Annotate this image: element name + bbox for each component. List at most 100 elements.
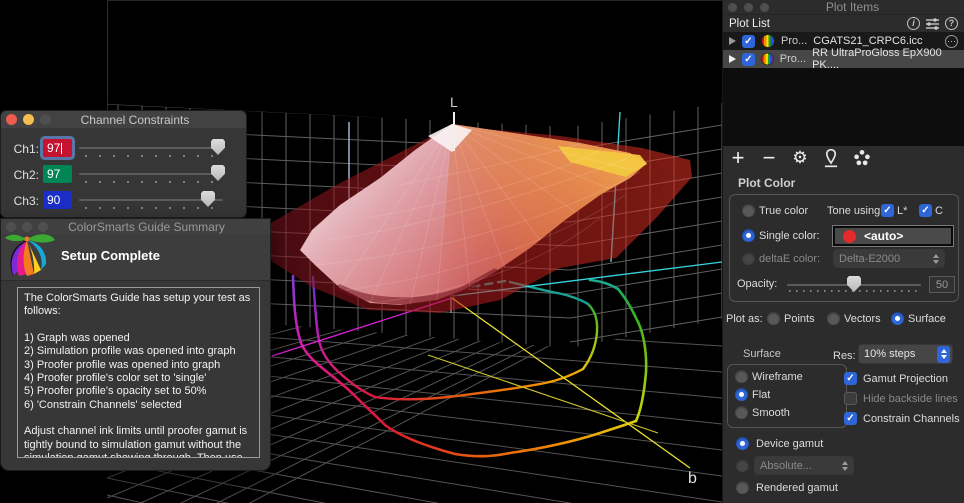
profile-name: RR UltraProGloss EpX900 PK.... — [812, 47, 958, 71]
zoom-icon — [760, 3, 769, 12]
rendered-gamut-radio[interactable] — [736, 481, 749, 494]
plot-as-surface-radio[interactable] — [891, 312, 904, 325]
guide-footer: Adjust channel ink limits until proofer … — [24, 425, 253, 458]
b-axis-label: b — [688, 470, 697, 487]
gear-icon[interactable]: ⚙ — [791, 148, 809, 168]
profile-name: CGATS21_CRPC6.icc — [813, 35, 922, 47]
colorsmarts-window: ColorSmarts Guide Summary Setup Complete — [0, 218, 271, 471]
channel-3-slider-thumb[interactable] — [201, 191, 215, 207]
plot-list-toolbar: + − ⚙ — [729, 148, 871, 168]
opacity-value[interactable]: 50 — [929, 276, 955, 293]
plot-as-points-label: Points — [784, 313, 815, 325]
colorsmarts-beanie-icon — [3, 234, 55, 281]
channel-constraints-titlebar[interactable]: Channel Constraints — [1, 111, 246, 128]
tone-l-checkbox[interactable]: ✓ — [881, 204, 894, 217]
disclosure-triangle-icon[interactable] — [729, 55, 736, 63]
plot-items-panel: Plot Items Plot List i ? ✓ Pro... CGA — [722, 0, 964, 503]
minimize-icon[interactable] — [744, 3, 753, 12]
smooth-label: Smooth — [752, 407, 790, 419]
l-axis-label: L — [450, 94, 458, 110]
guide-step: 1) Graph was opened — [24, 332, 253, 345]
device-gamut-radio[interactable] — [736, 437, 749, 450]
channel-1-input[interactable]: 97 — [43, 139, 72, 157]
disclosure-triangle-icon[interactable] — [729, 37, 736, 45]
flat-label: Flat — [752, 389, 770, 401]
plot-as-vectors-radio[interactable] — [827, 312, 840, 325]
channel-row: Ch2: 97 — [1, 165, 246, 187]
deltae-color-radio — [742, 252, 755, 265]
channel-1-slider[interactable] — [79, 147, 223, 149]
eyedropper-icon[interactable] — [822, 148, 840, 168]
tone-using-label: Tone using: — [827, 205, 883, 217]
guide-step: 4) Proofer profile's color set to 'singl… — [24, 372, 253, 385]
true-color-label: True color — [759, 205, 808, 217]
hide-backside-lines-checkbox — [844, 392, 857, 405]
channel-2-slider[interactable] — [79, 173, 223, 175]
stepper-icon — [842, 461, 848, 471]
channel-row: Ch1: 97 — [1, 139, 246, 161]
close-icon[interactable] — [6, 114, 17, 125]
hide-backside-lines-label: Hide backside lines — [863, 393, 958, 405]
app-window: L b Channel Constraints Ch1: 97 Ch2: 97 … — [0, 0, 964, 503]
color-dots-icon[interactable] — [853, 148, 871, 168]
channel-3-input[interactable]: 90 — [43, 191, 72, 209]
add-profile-button[interactable]: + — [729, 148, 747, 168]
guide-step: 6) 'Constrain Channels' selected — [24, 399, 253, 412]
window-title: Channel Constraints — [57, 113, 213, 127]
row-ellipsis-icon[interactable]: ⋯ — [945, 35, 958, 48]
stepper-icon — [933, 254, 939, 264]
remove-profile-button[interactable]: − — [760, 148, 778, 168]
single-color-radio[interactable] — [742, 229, 755, 242]
slider-ticks — [85, 207, 225, 209]
stepper-icon — [937, 346, 950, 363]
setup-complete-heading: Setup Complete — [61, 248, 160, 263]
visibility-checkbox[interactable]: ✓ — [742, 53, 755, 66]
tone-l-label: L* — [897, 205, 907, 217]
flat-radio[interactable] — [735, 388, 748, 401]
guide-step: 3) Proofer profile was opened into graph — [24, 359, 253, 372]
wireframe-label: Wireframe — [752, 371, 803, 383]
plot-as-points-radio[interactable] — [767, 312, 780, 325]
resolution-dropdown[interactable]: 10% steps — [858, 344, 953, 364]
single-color-well[interactable]: <auto> — [833, 226, 953, 246]
constrain-channels-checkbox[interactable]: ✓ — [844, 412, 857, 425]
channel-label: Ch2: — [9, 168, 39, 182]
channel-2-slider-thumb[interactable] — [211, 165, 225, 181]
visibility-checkbox[interactable]: ✓ — [742, 35, 755, 48]
deltae-color-label: deltaE color: — [759, 253, 820, 265]
zoom-icon — [40, 114, 51, 125]
minimize-icon[interactable] — [22, 222, 32, 232]
help-icon[interactable]: ? — [945, 17, 958, 30]
profile-rainbow-icon — [761, 34, 775, 48]
tone-c-checkbox[interactable]: ✓ — [919, 204, 932, 217]
rendered-gamut-label: Rendered gamut — [756, 482, 838, 494]
close-icon[interactable] — [728, 3, 737, 12]
device-gamut-label: Device gamut — [756, 438, 823, 450]
res-label: Res: — [833, 350, 856, 362]
single-color-label: Single color: — [759, 230, 820, 242]
plot-items-titlebar[interactable]: Plot Items — [723, 0, 964, 15]
smooth-radio[interactable] — [735, 406, 748, 419]
opacity-label: Opacity: — [737, 278, 777, 290]
gamut-projection-checkbox[interactable]: ✓ — [844, 372, 857, 385]
plot-list-row-selected[interactable]: ✓ Pro... RR UltraProGloss EpX900 PK.... — [723, 50, 964, 68]
window-title: ColorSmarts Guide Summary — [54, 220, 239, 234]
channel-1-slider-thumb[interactable] — [211, 139, 225, 155]
tone-c-label: C — [935, 205, 943, 217]
red-swatch-icon — [843, 230, 856, 243]
channel-2-input[interactable]: 97 — [43, 165, 72, 183]
rendering-intent-dropdown: Absolute... — [754, 456, 854, 475]
plot-list-header: Plot List i ? — [723, 15, 964, 32]
filter-settings-icon[interactable] — [925, 17, 940, 30]
wireframe-radio[interactable] — [735, 370, 748, 383]
guide-summary-text: The ColorSmarts Guide has setup your tes… — [17, 287, 260, 458]
channel-label: Ch1: — [9, 142, 39, 156]
deltae-metric-dropdown: Delta-E2000 — [833, 249, 945, 268]
true-color-radio[interactable] — [742, 204, 755, 217]
colorsmarts-titlebar[interactable]: ColorSmarts Guide Summary — [1, 219, 270, 234]
minimize-icon[interactable] — [23, 114, 34, 125]
info-icon[interactable]: i — [907, 17, 920, 30]
channel-constraints-window: Channel Constraints Ch1: 97 Ch2: 97 Ch3:… — [0, 110, 247, 218]
close-icon[interactable] — [6, 222, 16, 232]
rendering-intent-radio — [736, 459, 749, 472]
